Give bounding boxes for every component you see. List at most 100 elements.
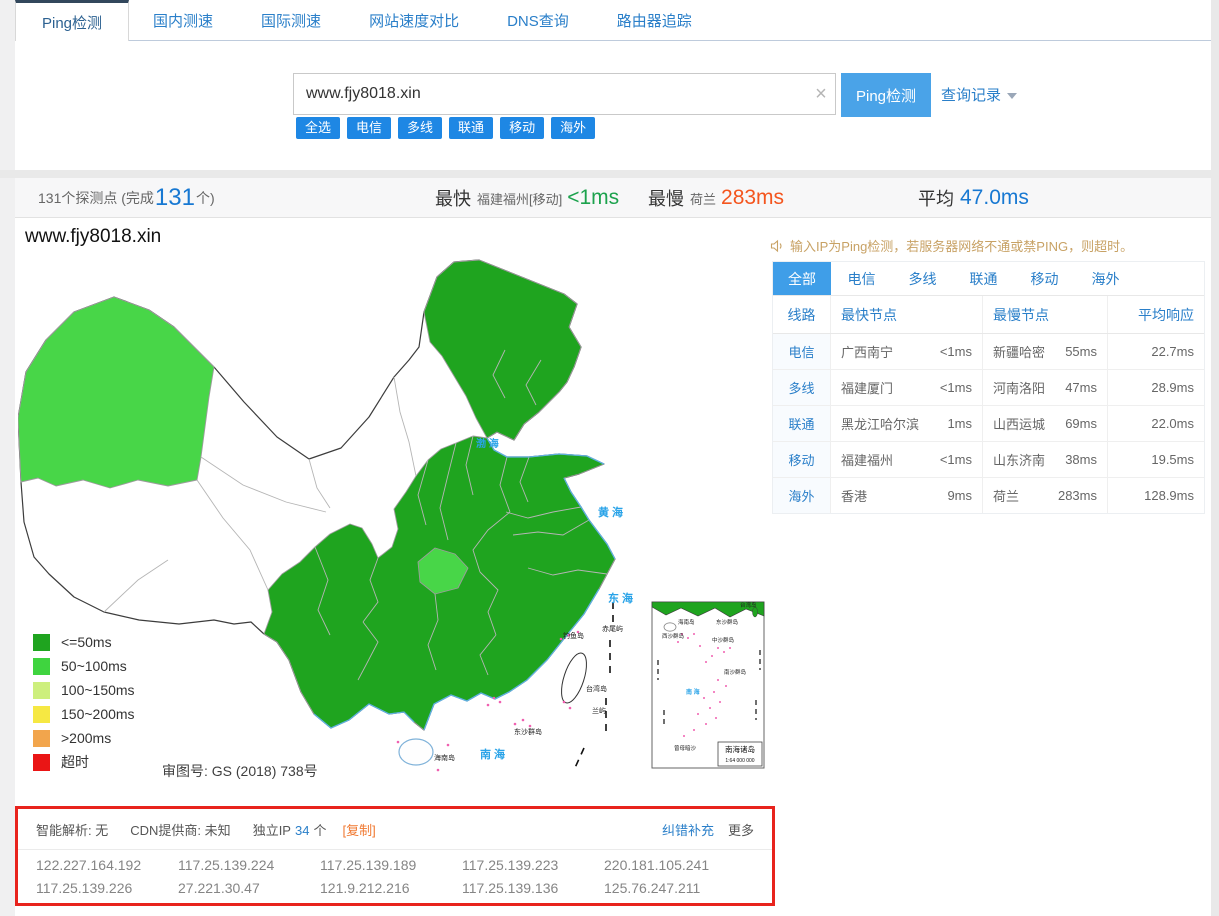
tab-ping-test[interactable]: Ping检测 (15, 0, 129, 41)
svg-text:南 海: 南 海 (686, 688, 700, 696)
fast-node: 福建厦门 (841, 378, 893, 397)
ping-submit-button[interactable]: Ping检测 (841, 73, 931, 117)
fast-ms: <1ms (940, 380, 972, 395)
section-gap (0, 170, 1219, 178)
tab-international-speed[interactable]: 国际测速 (237, 0, 345, 41)
label-lanyu: 兰屿 (592, 706, 606, 715)
filter-all[interactable]: 全选 (296, 117, 340, 139)
left-gutter (0, 0, 15, 916)
row-line: 联通 (773, 406, 830, 441)
legend-label: <=50ms (61, 634, 112, 650)
tab-traceroute[interactable]: 路由器追踪 (593, 0, 716, 41)
filter-multiline[interactable]: 多线 (398, 117, 442, 139)
slowest-stat: 最慢 荷兰 283ms (648, 178, 784, 218)
slow-ms: 69ms (1065, 416, 1097, 431)
result-tab-unicom[interactable]: 联通 (953, 262, 1014, 295)
result-panel: 全部 电信 多线 联通 移动 海外 线路 最快节点 最慢节点 平均响应 电信 广… (772, 261, 1205, 514)
svg-text:曾母暗沙: 曾母暗沙 (674, 744, 697, 752)
probe-count-prefix: 131个探测点 (完成 (38, 188, 154, 208)
cdn-value: 未知 (205, 823, 231, 838)
probe-count-suffix: 个) (196, 188, 215, 208)
slow-node: 山东济南 (993, 450, 1045, 469)
result-tab-telecom[interactable]: 电信 (831, 262, 892, 295)
result-tab-mobile[interactable]: 移动 (1014, 262, 1075, 295)
caret-down-icon (1007, 93, 1017, 99)
legend-swatch (33, 706, 50, 723)
query-history-button[interactable]: 查询记录 (941, 84, 1017, 105)
legend-swatch (33, 754, 50, 771)
nanhai-inset: 台湾岛 东沙群岛 海南岛 西沙群岛 中沙群岛 南沙群岛 曾母暗沙 南 海 南海诸… (652, 601, 764, 768)
clear-input-icon[interactable]: × (806, 73, 836, 115)
ip-item: 27.221.30.47 (178, 880, 320, 896)
label-taiwandao: 台湾岛 (586, 684, 607, 693)
row-slowest: 河南洛阳47ms (982, 370, 1107, 405)
unique-ip-unit: 个 (313, 823, 326, 838)
average-value: 47.0ms (960, 186, 1029, 210)
fastest-label: 最快 (435, 185, 471, 211)
slow-ms: 283ms (1058, 488, 1097, 503)
result-tab-all[interactable]: 全部 (773, 262, 831, 295)
filter-mobile[interactable]: 移动 (500, 117, 544, 139)
legend-label: 50~100ms (61, 658, 127, 674)
more-link[interactable]: 更多 (728, 820, 754, 839)
row-line: 多线 (773, 370, 830, 405)
ip-list: 122.227.164.192 117.25.139.224 117.25.13… (18, 850, 772, 896)
table-row: 多线 福建厦门 <1ms 河南洛阳47ms 28.9ms (773, 370, 1204, 406)
correction-link[interactable]: 纠错补充 (662, 820, 714, 839)
fast-ms: <1ms (940, 344, 972, 359)
map-approval-number: 审图号: GS (2018) 738号 (162, 761, 318, 781)
col-header-average: 平均响应 (1107, 296, 1204, 333)
fastest-value: <1ms (567, 186, 619, 210)
smart-dns-label: 智能解析: (36, 823, 92, 838)
ip-item: 117.25.139.136 (462, 880, 604, 896)
inset-box-label: 南海诸岛 (725, 744, 755, 754)
fast-ms: 1ms (947, 416, 972, 431)
map-legend: <=50ms 50~100ms 100~150ms 150~200ms >200… (33, 630, 135, 774)
result-table-header: 线路 最快节点 最慢节点 平均响应 (773, 296, 1204, 334)
legend-item: 100~150ms (33, 678, 135, 702)
island-taiwan (556, 650, 591, 706)
legend-label: 100~150ms (61, 682, 135, 698)
legend-item: 150~200ms (33, 702, 135, 726)
legend-label: >200ms (61, 730, 111, 746)
row-average: 28.9ms (1107, 370, 1204, 405)
fast-node: 香港 (841, 486, 867, 505)
ip-item: 122.227.164.192 (36, 857, 178, 873)
result-tab-multiline[interactable]: 多线 (892, 262, 953, 295)
legend-label: 150~200ms (61, 706, 135, 722)
unique-ip: 独立IP34个 (253, 820, 327, 839)
filter-unicom[interactable]: 联通 (449, 117, 493, 139)
table-row: 联通 黑龙江哈尔滨1ms 山西运城69ms 22.0ms (773, 406, 1204, 442)
label-hainandao: 海南岛 (434, 753, 455, 762)
smart-dns: 智能解析: 无 (36, 820, 108, 839)
fast-node: 福建福州 (841, 450, 893, 469)
legend-swatch (33, 682, 50, 699)
col-header-fastest: 最快节点 (830, 296, 982, 333)
label-chiweiyu: 赤尾屿 (602, 624, 623, 633)
slow-node: 河南洛阳 (993, 378, 1045, 397)
sea-label-huanghai: 黄 海 (598, 505, 623, 519)
svg-text:海南岛: 海南岛 (678, 618, 695, 626)
fast-node: 黑龙江哈尔滨 (841, 414, 919, 433)
filter-overseas[interactable]: 海外 (551, 117, 595, 139)
row-slowest: 荷兰283ms (982, 478, 1107, 513)
ip-item: 117.25.139.224 (178, 857, 320, 873)
slow-ms: 55ms (1065, 344, 1097, 359)
copy-ips-button[interactable]: [复制] (342, 820, 375, 839)
slow-ms: 38ms (1065, 452, 1097, 467)
host-input[interactable] (293, 73, 836, 115)
result-tab-overseas[interactable]: 海外 (1075, 262, 1136, 295)
island-hainan (399, 739, 433, 765)
tool-tabbar: Ping检测 国内测速 国际测速 网站速度对比 DNS查询 路由器追踪 (15, 0, 1211, 41)
unique-ip-label: 独立IP (253, 823, 291, 838)
tab-site-speed-compare[interactable]: 网站速度对比 (345, 0, 483, 41)
ping-notice-text: 输入IP为Ping检测，若服务器网络不通或禁PING，则超时。 (790, 236, 1133, 255)
legend-item: 50~100ms (33, 654, 135, 678)
ip-item: 121.9.212.216 (320, 880, 462, 896)
filter-telecom[interactable]: 电信 (347, 117, 391, 139)
slow-node: 山西运城 (993, 414, 1045, 433)
ip-item: 117.25.139.226 (36, 880, 178, 896)
tab-domestic-speed[interactable]: 国内测速 (129, 0, 237, 41)
tab-dns-query[interactable]: DNS查询 (483, 0, 593, 41)
table-row: 移动 福建福州<1ms 山东济南38ms 19.5ms (773, 442, 1204, 478)
